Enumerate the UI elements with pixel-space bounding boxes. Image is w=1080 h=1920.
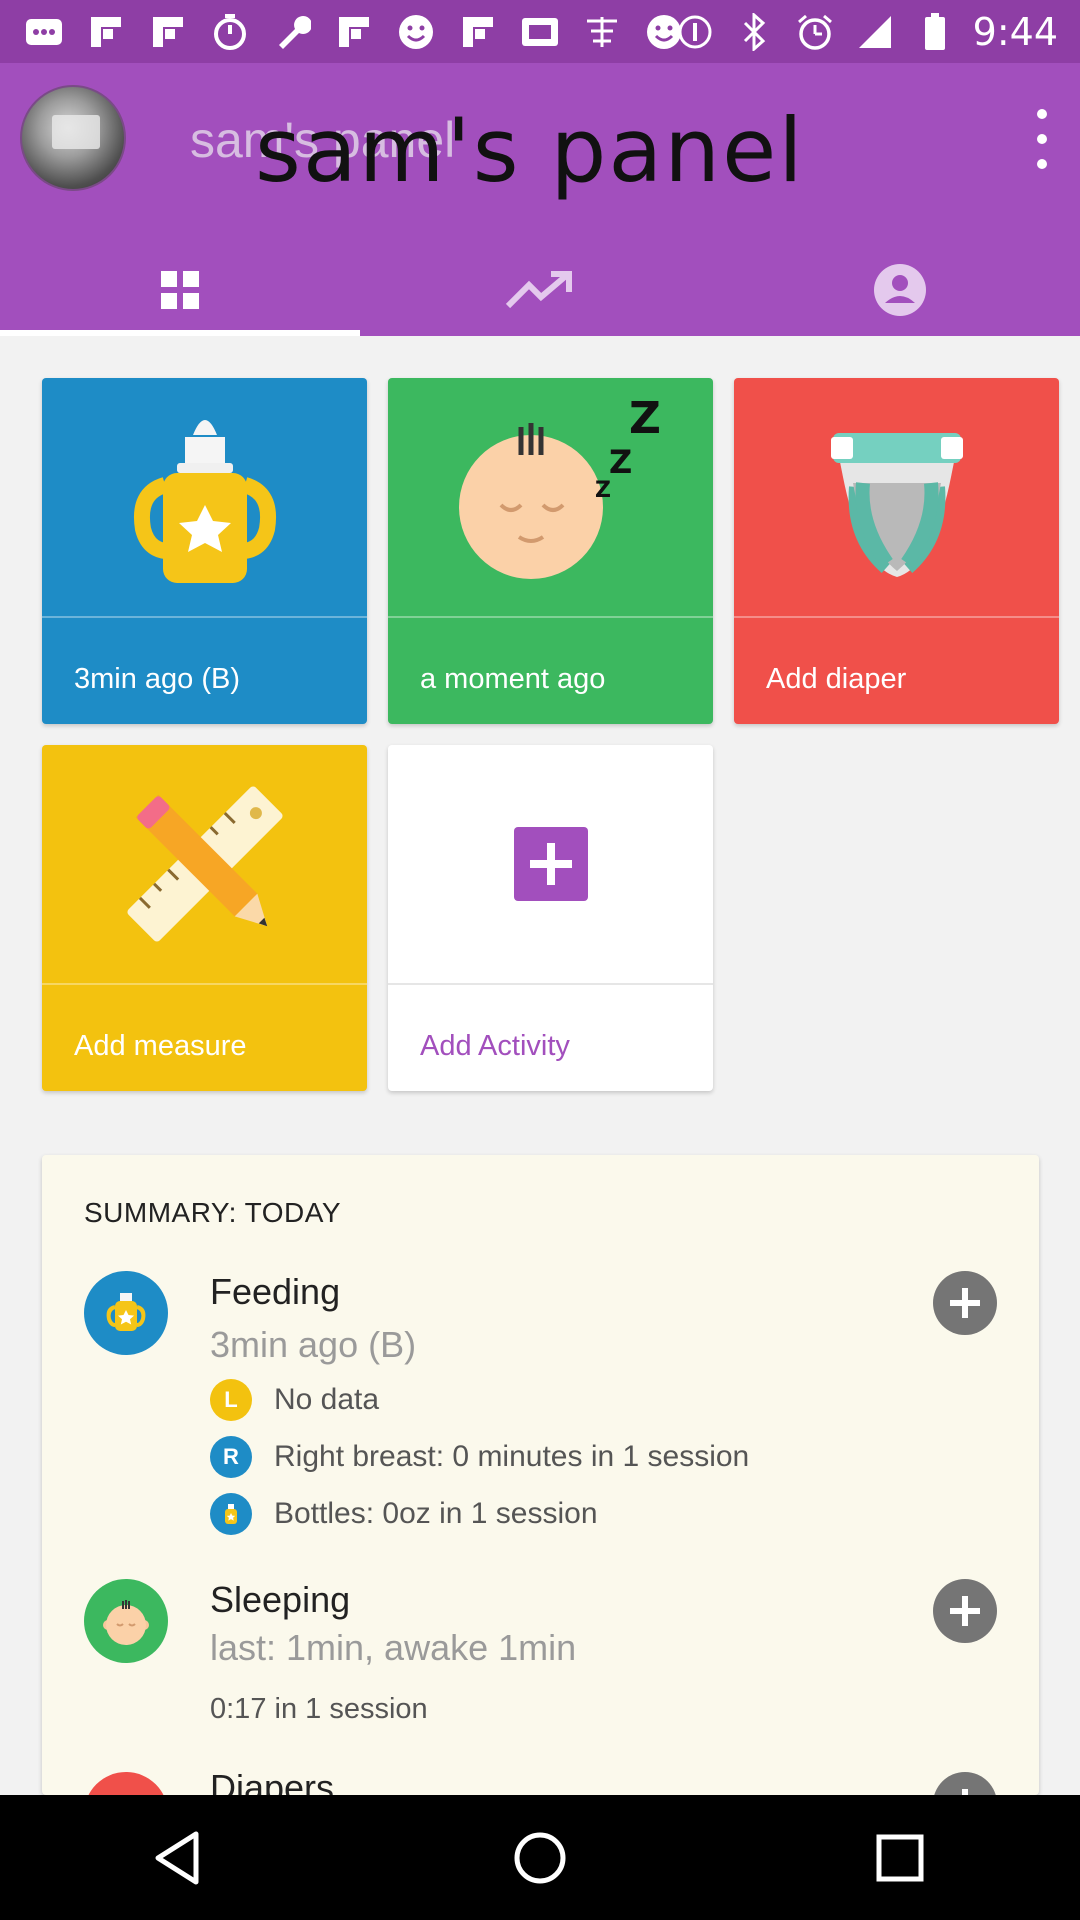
system-icons: 9:44 (673, 10, 1058, 54)
sippy-cup-icon (133, 420, 276, 583)
measure-tile[interactable]: Add measure (42, 745, 367, 1091)
sleeping-baby-icon: Z Z Z (458, 393, 661, 579)
signal-icon (853, 10, 897, 54)
tab-dashboard[interactable] (0, 243, 360, 336)
more-options-icon[interactable] (1024, 109, 1060, 169)
smiley-icon (394, 10, 438, 54)
bottle-icon (210, 1493, 252, 1535)
plus-icon (962, 1789, 968, 1795)
left-breast-text: No data (274, 1383, 380, 1416)
battery-icon (913, 10, 957, 54)
home-icon (514, 1832, 566, 1883)
app-icon (580, 10, 624, 54)
trend-icon (505, 270, 572, 308)
diapers-summary-icon (84, 1772, 168, 1795)
feeding-tile-label: 3min ago (B) (74, 663, 241, 695)
sleeping-summary-total: 0:17 in 1 session (210, 1693, 428, 1725)
add-activity-tile[interactable]: Add Activity (388, 745, 713, 1091)
wrench-icon (270, 10, 314, 54)
home-button[interactable] (495, 1813, 585, 1903)
diaper-tile-label: Add diaper (766, 663, 907, 695)
bottles-row: Bottles: 0oz in 1 session (210, 1493, 598, 1535)
add-feeding-button[interactable] (933, 1271, 997, 1335)
avatar[interactable] (20, 85, 126, 191)
svg-text:Z: Z (629, 393, 661, 444)
sleeping-summary-icon (84, 1579, 168, 1663)
recents-button[interactable] (855, 1813, 945, 1903)
summary-title: SUMMARY: TODAY (84, 1197, 341, 1228)
back-button[interactable] (135, 1813, 225, 1903)
add-diaper-button[interactable] (933, 1772, 997, 1795)
sleeping-tile-label: a moment ago (420, 663, 606, 695)
recents-icon (876, 1834, 924, 1881)
feeding-tile[interactable]: 3min ago (B) (42, 378, 367, 724)
right-breast-text: Right breast: 0 minutes in 1 session (274, 1440, 750, 1473)
qt-icon (518, 10, 562, 54)
plus-icon (950, 1596, 980, 1626)
alarm-icon (793, 10, 837, 54)
svg-text:Z: Z (595, 478, 611, 503)
sleeping-summary-title: Sleeping (210, 1579, 351, 1620)
back-icon (155, 1831, 199, 1884)
dashboard-icon (161, 270, 199, 309)
diapers-summary-title: Diapers (210, 1767, 335, 1795)
navigation-bar (0, 1795, 1080, 1920)
title-overlay-text: sam's panel (255, 99, 805, 202)
status-bar: 9:44 (0, 0, 1080, 63)
flipboard-icon (456, 10, 500, 54)
message-icon (22, 10, 66, 54)
feeding-summary-subtitle: 3min ago (B) (210, 1324, 417, 1365)
left-badge: L (210, 1379, 252, 1421)
info-icon (673, 10, 717, 54)
bottles-text: Bottles: 0oz in 1 session (274, 1497, 598, 1530)
tab-trends[interactable] (360, 243, 720, 336)
flipboard-icon (146, 10, 190, 54)
ruler-pencil-icon (126, 786, 283, 942)
app-bar: sam's panel sam's panel (0, 63, 1080, 336)
measure-tile-label: Add measure (74, 1030, 247, 1062)
sleeping-tile[interactable]: Z Z Z a moment ago (388, 378, 713, 724)
clock: 9:44 (972, 10, 1058, 54)
diaper-tile[interactable]: Add diaper (734, 378, 1059, 724)
plus-icon (950, 1288, 980, 1318)
sleeping-summary-subtitle: last: 1min, awake 1min (210, 1627, 577, 1668)
bluetooth-icon (733, 10, 777, 54)
right-breast-row: R Right breast: 0 minutes in 1 session (210, 1436, 749, 1478)
diaper-icon (830, 433, 963, 577)
feeding-summary-title: Feeding (210, 1271, 341, 1312)
flipboard-icon (332, 10, 376, 54)
tab-profile[interactable] (720, 243, 1080, 336)
feeding-summary-icon (84, 1271, 168, 1355)
summary-card: SUMMARY: TODAY Feeding 3min ago (B) L No… (42, 1155, 1039, 1795)
add-activity-tile-label: Add Activity (420, 1030, 570, 1062)
tab-bar (0, 243, 1080, 336)
svg-text:Z: Z (609, 443, 632, 481)
flipboard-icon (84, 10, 128, 54)
profile-icon (874, 263, 926, 316)
notification-icons (22, 10, 686, 54)
add-sleeping-button[interactable] (933, 1579, 997, 1643)
stopwatch-icon (208, 10, 252, 54)
right-badge: R (210, 1436, 252, 1478)
plus-icon (513, 827, 588, 901)
left-breast-row: L No data (210, 1379, 379, 1421)
